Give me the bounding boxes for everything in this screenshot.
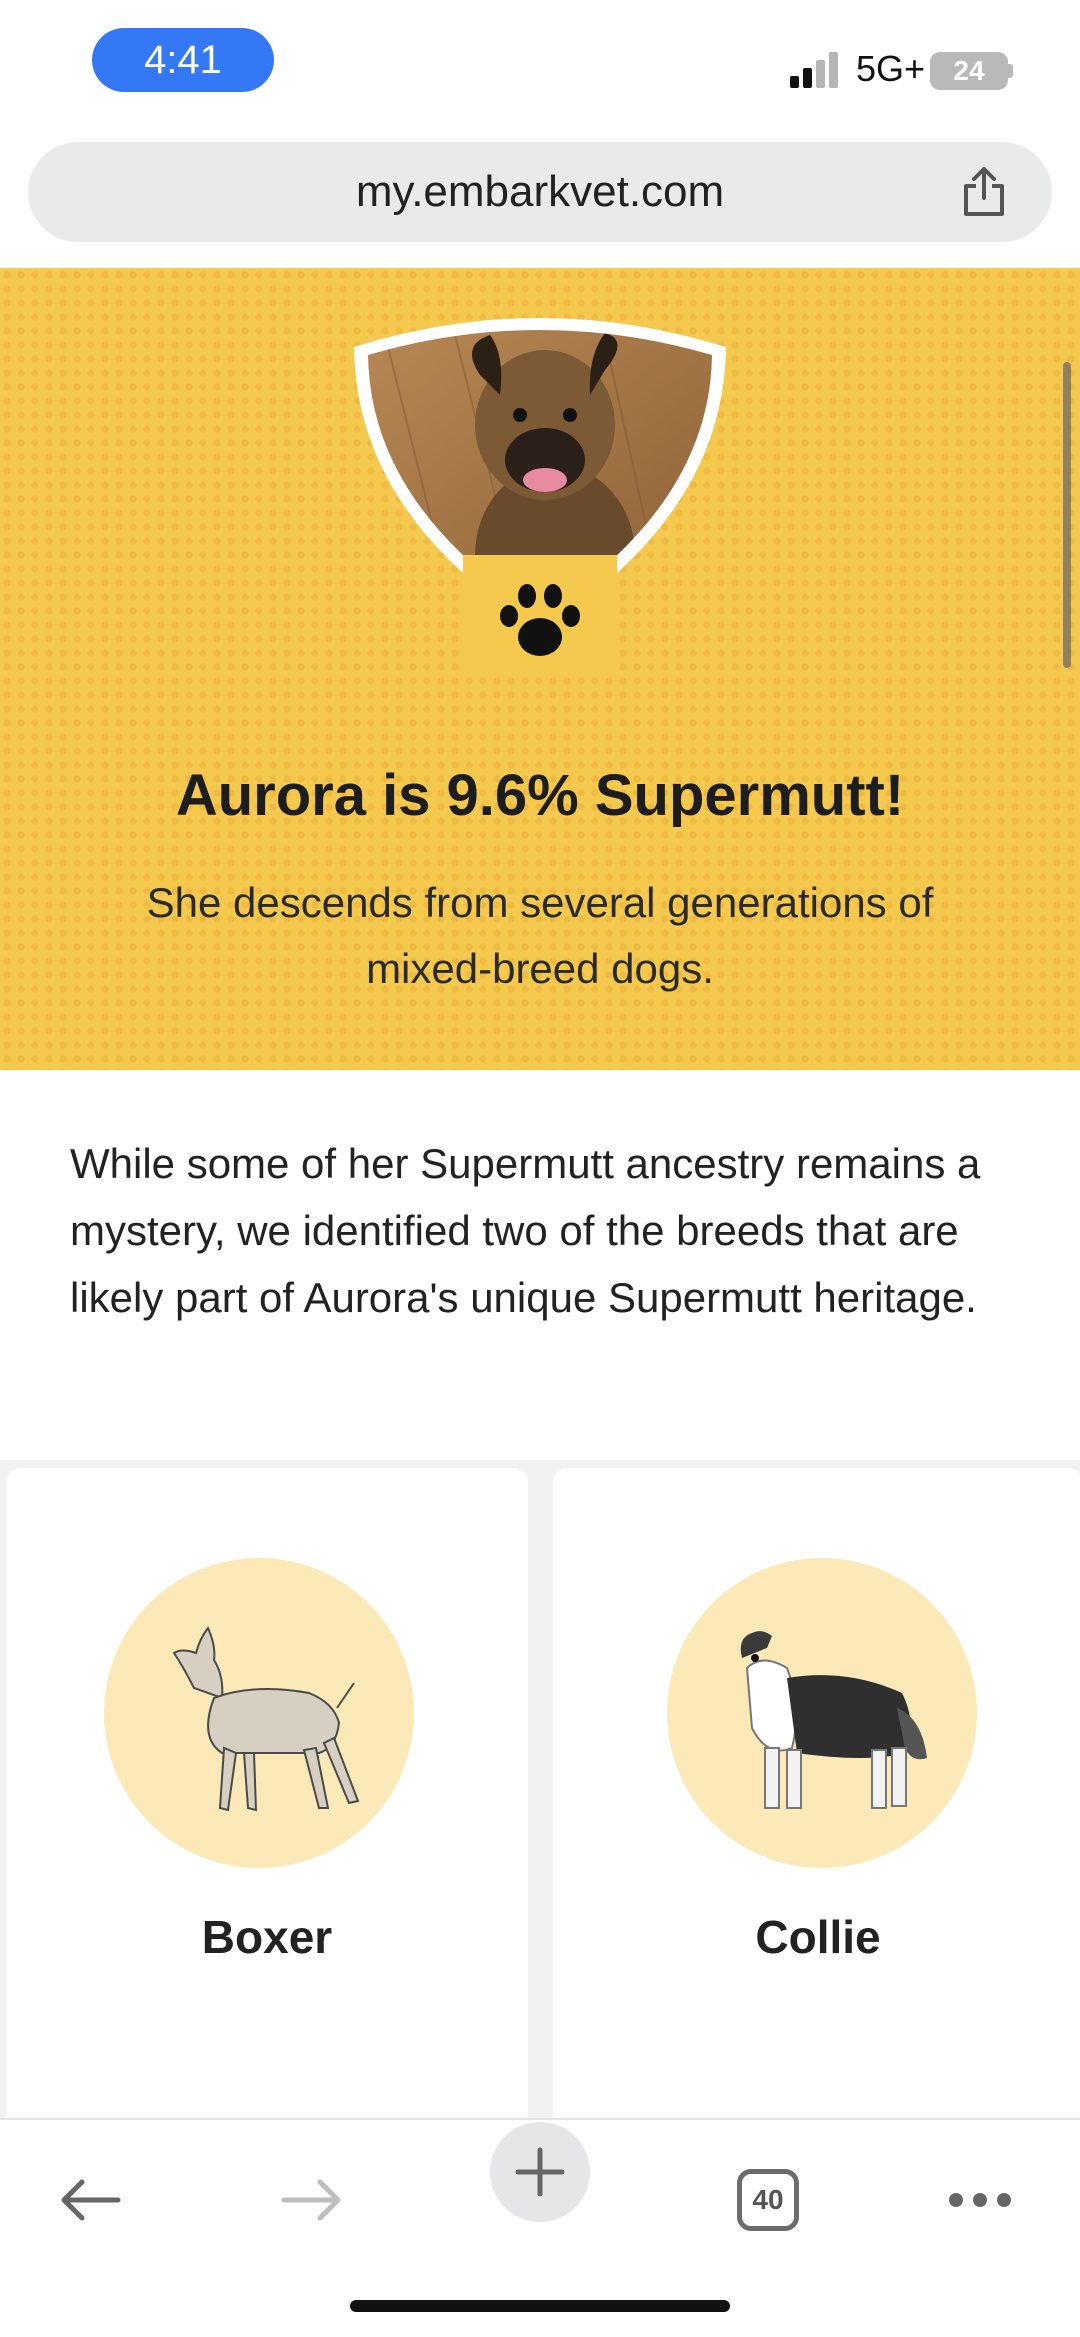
collie-illustration — [740, 1631, 927, 1809]
tabs-button[interactable]: 40 — [718, 2150, 818, 2250]
breed-card-collie[interactable]: Collie — [553, 1468, 1080, 2128]
plus-icon — [515, 2147, 565, 2197]
forward-button[interactable] — [262, 2150, 362, 2250]
url-text[interactable]: my.embarkvet.com — [28, 142, 1052, 242]
forward-arrow-icon — [281, 2179, 341, 2221]
new-tab-button[interactable] — [490, 2122, 590, 2222]
more-button[interactable] — [930, 2150, 1030, 2250]
status-time: 4:41 — [92, 28, 274, 92]
breed-image-collie — [667, 1558, 977, 1868]
status-bar: 4:41 5G+ 24 — [0, 0, 1080, 130]
tab-count: 40 — [737, 2169, 799, 2231]
battery-cap — [1008, 64, 1013, 78]
address-bar[interactable]: my.embarkvet.com — [28, 142, 1052, 242]
scrollbar[interactable] — [1063, 362, 1071, 668]
supermutt-description: While some of her Supermutt ancestry rem… — [70, 1140, 981, 1321]
breed-image-boxer — [104, 1558, 414, 1868]
signal-icon — [790, 52, 838, 88]
more-dots-icon — [949, 2193, 1011, 2207]
back-arrow-icon — [61, 2179, 121, 2221]
breed-name: Boxer — [201, 1911, 333, 1963]
back-button[interactable] — [40, 2150, 140, 2250]
share-icon[interactable] — [956, 164, 1012, 220]
supermutt-subtitle: She descends from several generations of… — [146, 879, 934, 992]
breed-name: Collie — [755, 1911, 881, 1963]
battery-icon: 24 — [930, 52, 1008, 90]
breed-card-boxer[interactable]: Boxer — [6, 1468, 528, 2128]
home-indicator[interactable] — [350, 2300, 730, 2312]
boxer-illustration — [172, 1626, 360, 1812]
supermutt-title: Aurora is 9.6% Supermutt! — [175, 763, 905, 828]
paw-icon — [500, 584, 580, 656]
network-type: 5G+ — [856, 48, 926, 89]
